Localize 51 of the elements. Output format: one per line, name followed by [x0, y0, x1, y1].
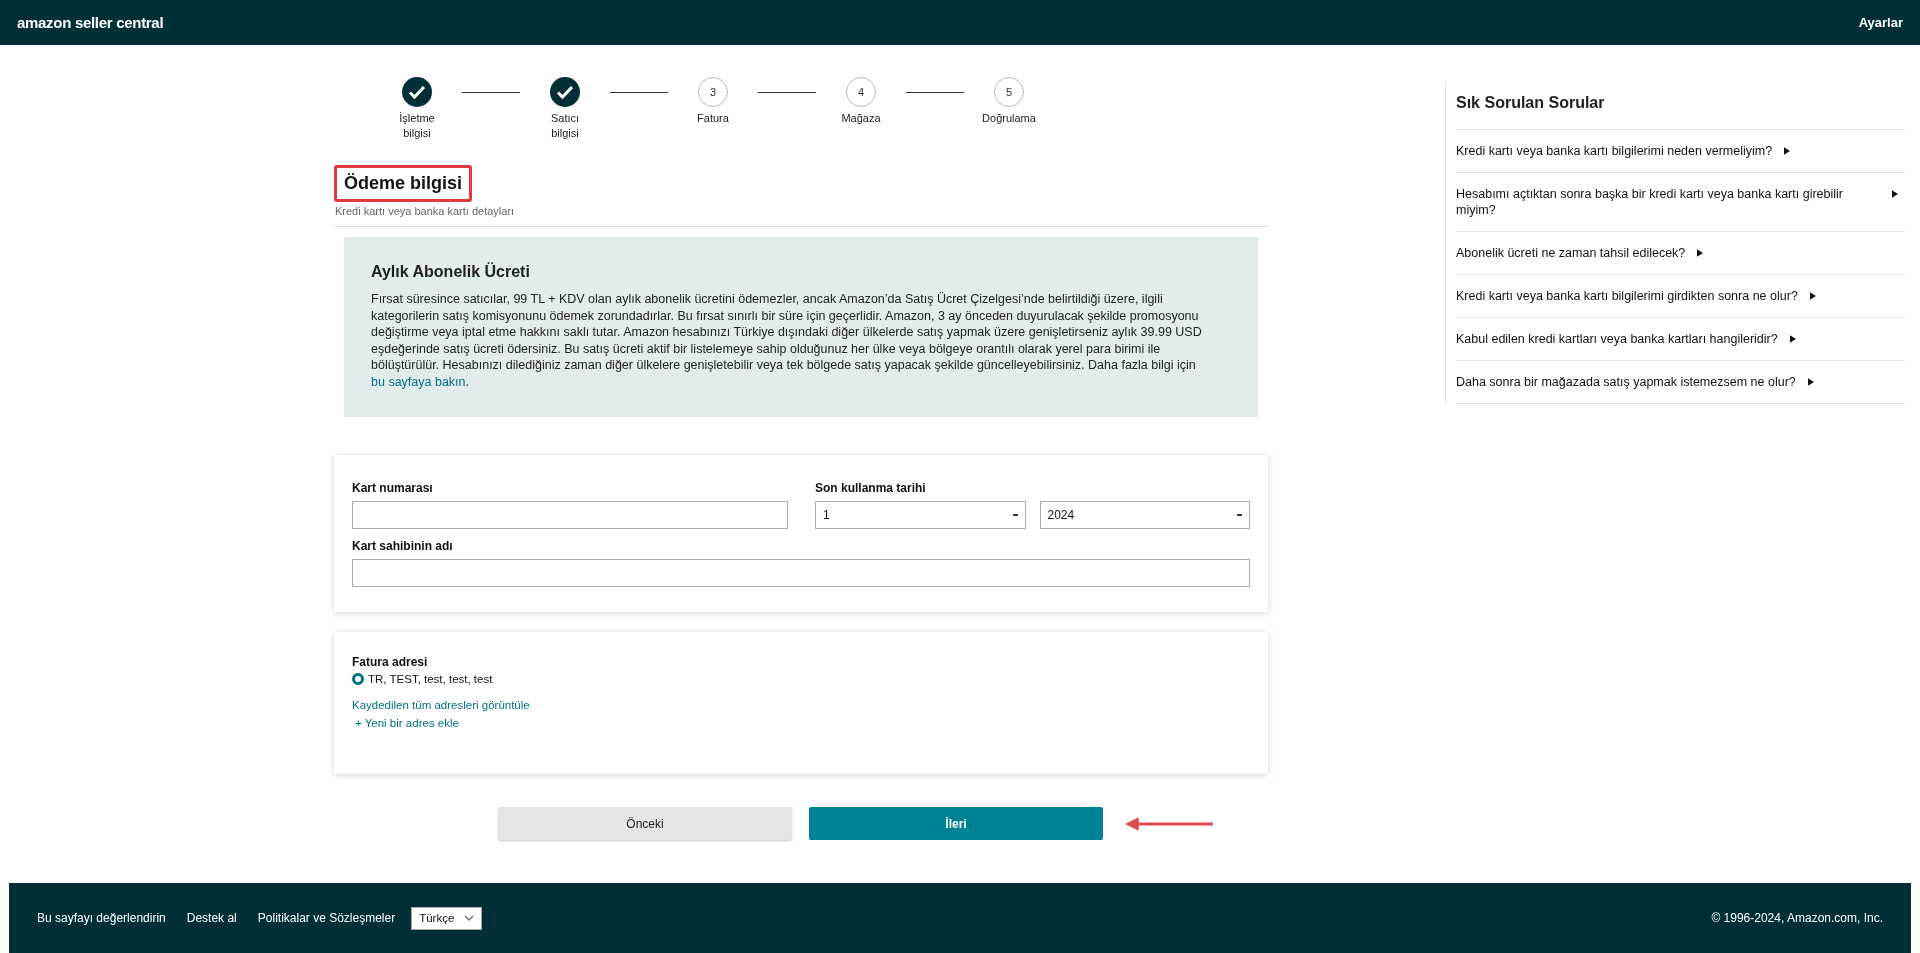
cardholder-name-field[interactable]: [352, 559, 1250, 587]
copyright-text: © 1996-2024, Amazon.com, Inc.: [1711, 911, 1883, 925]
settings-link[interactable]: Ayarlar: [1858, 15, 1903, 30]
view-addresses-link[interactable]: Kaydedilen tüm adresleri görüntüle: [352, 699, 530, 711]
step-label: Fatura: [696, 111, 730, 126]
next-button[interactable]: İleri: [809, 807, 1103, 840]
card-number-field[interactable]: [352, 501, 788, 529]
step-number: 4: [846, 77, 876, 107]
faq-item[interactable]: Kabul edilen kredi kartları veya banka kartları hangileridir?: [1456, 317, 1905, 360]
page-subtitle: Kredi kartı veya banka kartı detayları: [335, 205, 516, 217]
step-label: Satıcı bilgisi: [549, 111, 581, 141]
expand-triangle-icon: [1784, 147, 1791, 155]
step-label: İşletme bilgisi: [398, 111, 436, 141]
step-label: Mağaza: [840, 111, 882, 126]
faq-item[interactable]: Hesabımı açtıktan sonra başka bir kredi kartı veya banka kartı girebilir miyim?: [1456, 172, 1905, 231]
page-title: Ödeme bilgisi: [334, 165, 473, 202]
faq-item[interactable]: Kredi kartı veya banka kartı bilgilerimi girdikten sonra ne olur?: [1456, 274, 1905, 317]
field-label: Son kullanma tarihi: [815, 481, 927, 495]
field-label: Kart sahibinin adı: [352, 539, 454, 553]
expand-triangle-icon: [1892, 190, 1898, 198]
footer-link[interactable]: Bu sayfayı değerlendirin: [37, 911, 166, 925]
year-dropdown[interactable]: 2024: [1039, 501, 1250, 529]
info-title: Aylık Abonelik Ücreti: [371, 263, 531, 281]
faq-title: Sık Sorulan Sorular: [1456, 93, 1606, 113]
language-dropdown[interactable]: Türkçe: [411, 906, 483, 930]
add-address-link[interactable]: + Yeni bir adres ekle: [355, 717, 459, 729]
step-number: 5: [994, 77, 1024, 107]
faq-item[interactable]: Daha sonra bir mağazada satış yapmak istemezsem ne olur?: [1456, 360, 1905, 404]
address-text: TR, TEST, test, test, test: [368, 673, 493, 685]
footer-link[interactable]: Politikalar ve Sözleşmeler: [257, 911, 396, 925]
field-label: Kart numarası: [352, 481, 434, 495]
expand-triangle-icon: [1789, 335, 1796, 343]
field-label: Fatura adresi: [352, 655, 429, 669]
logo[interactable]: amazon seller central: [17, 14, 164, 31]
info-paragraph: Fırsat süresince satıcılar, 99 TL + KDV olan aylık abonelik ücretini ödemezler, ancak Amazon’da Satış Ücret Çizelgesi’nde belirtildiği üzere, ilgili kategorilerin satış komisyonunu ödemek zorundadırlar. Bu fırsat sınırlı bir süre için geçerlidir. Amazon, 3 ay önceden duyurulacak şekilde promosyonu değiştirme veya iptal etme hakkını saklı tutar. Amazon hesabınızı Türkiye dışındaki diğer ülkelerde satış yapmak üzere genişletirseniz aylık 39.99 USD eşdeğerinde satış ücreti ödersiniz. Bu satış ücreti aktif bir listelemeye sahip olduğunuz her ülke veya bölgeye orantılı olarak yerel para birimi ile bölüştürülür. Hesabınızı dilediğiniz zaman diğer ülkelere genişletebilir veya tek bölgede satış yapacak şekilde güncelleyebilirsiniz. Daha fazla bilgi için bu sayfaya bakın.: [371, 291, 1203, 390]
caret-icon: [1012, 514, 1018, 516]
expand-triangle-icon: [1809, 292, 1816, 300]
month-dropdown[interactable]: 1: [815, 501, 1026, 529]
chevron-down-icon: [464, 915, 475, 921]
caret-icon: [1237, 514, 1242, 516]
faq-item[interactable]: Abonelik ücreti ne zaman tahsil edilecek?: [1456, 231, 1905, 274]
radio-button[interactable]: [352, 673, 364, 685]
footer-link[interactable]: Destek al: [186, 911, 237, 925]
info-link[interactable]: bu sayfaya bakın: [371, 374, 466, 389]
expand-triangle-icon: [1697, 249, 1704, 257]
faq-item[interactable]: Kredi kartı veya banka kartı bilgilerimi neden vermeliyim?: [1456, 129, 1905, 172]
expand-triangle-icon: [1807, 378, 1814, 386]
step-label: Doğrulama: [981, 111, 1037, 126]
back-button[interactable]: Önceki: [498, 807, 792, 840]
arrow-icon: [1125, 816, 1213, 831]
step-number: 3: [698, 77, 728, 107]
